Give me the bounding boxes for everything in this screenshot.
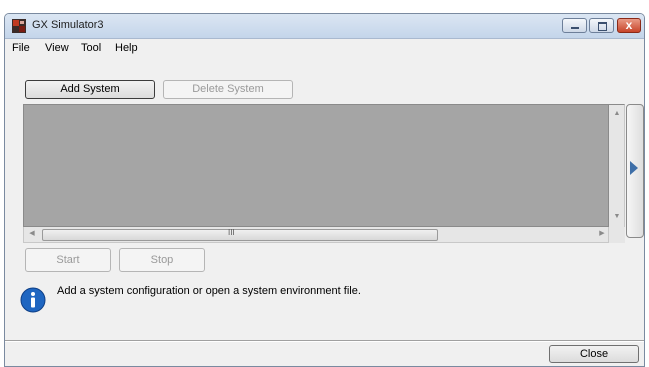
- scroll-corner: [609, 227, 625, 243]
- scroll-grip: III: [228, 228, 235, 237]
- horizontal-scroll-thumb[interactable]: III: [42, 228, 438, 241]
- expand-panel-button[interactable]: [626, 104, 644, 238]
- close-button[interactable]: Close: [549, 345, 639, 363]
- maximize-icon: [598, 22, 607, 31]
- info-icon: [20, 287, 46, 313]
- scroll-down-icon[interactable]: ▼: [609, 213, 625, 220]
- menu-file[interactable]: File: [12, 42, 30, 54]
- scroll-left-icon[interactable]: ◀: [24, 229, 40, 237]
- menu-tool[interactable]: Tool: [81, 42, 101, 54]
- footer-separator: [5, 340, 644, 342]
- menu-help[interactable]: Help: [115, 42, 138, 54]
- stop-button[interactable]: Stop: [119, 248, 205, 272]
- start-button[interactable]: Start: [25, 248, 111, 272]
- close-window-button[interactable]: x: [617, 18, 641, 33]
- window-title: GX Simulator3: [32, 19, 104, 31]
- delete-system-button[interactable]: Delete System: [163, 80, 293, 99]
- scroll-right-icon[interactable]: ▶: [594, 229, 610, 237]
- scroll-up-icon[interactable]: ▲: [609, 110, 625, 117]
- gx-simulator-icon: [12, 19, 26, 33]
- status-message: Add a system configuration or open a sys…: [57, 285, 361, 297]
- horizontal-scrollbar[interactable]: ◀ III ▶: [23, 227, 609, 243]
- close-icon: x: [625, 18, 633, 32]
- app-window: GX Simulator3 x File View Tool Help Add …: [4, 13, 645, 367]
- menu-view[interactable]: View: [45, 42, 69, 54]
- minimize-button[interactable]: [562, 18, 587, 33]
- menu-bar: File View Tool Help: [5, 38, 644, 58]
- vertical-scrollbar[interactable]: ▲ ▼: [609, 104, 625, 227]
- title-bar: GX Simulator3 x: [5, 14, 644, 39]
- add-system-button[interactable]: Add System: [25, 80, 155, 99]
- minimize-icon: [571, 27, 579, 29]
- system-list-area[interactable]: [23, 104, 609, 227]
- expand-arrow-icon: [630, 161, 638, 175]
- maximize-button[interactable]: [589, 18, 614, 33]
